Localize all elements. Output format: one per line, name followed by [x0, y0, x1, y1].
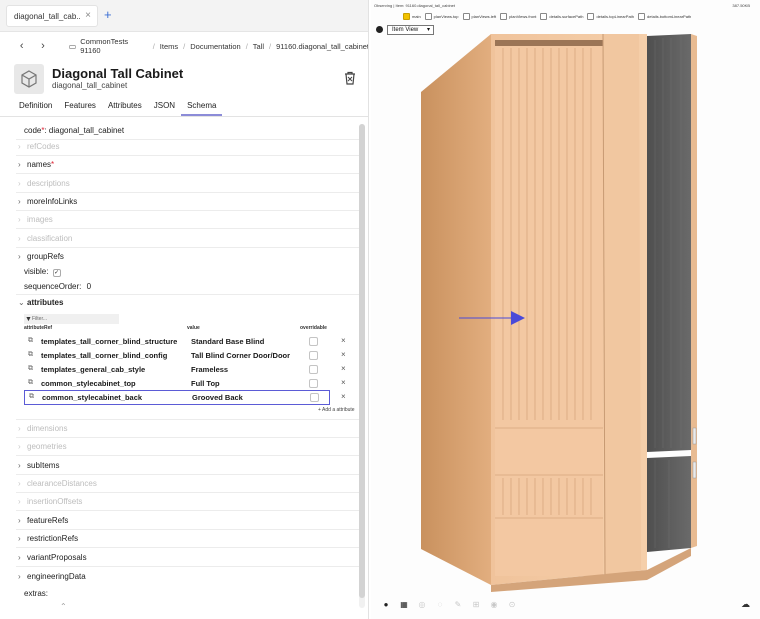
cabinet-stile	[603, 34, 641, 576]
grid-icon[interactable]: ▦	[395, 600, 413, 609]
trash-icon[interactable]	[343, 71, 357, 85]
sequence-order-field: sequenceOrder: 0	[24, 282, 92, 291]
tab-schema[interactable]: Schema	[181, 98, 223, 116]
section-variantproposals[interactable]: › variantProposals	[18, 553, 87, 562]
page-title: Diagonal Tall Cabinet	[52, 66, 184, 81]
breadcrumb-library[interactable]: CommonTests 91160	[80, 37, 147, 55]
extras-toggle[interactable]: ⌃	[60, 602, 67, 611]
section-attributes[interactable]: ⌄ attributes	[18, 298, 63, 307]
attribute-row-selected[interactable]: ⧉ common_stylecabinet_back Grooved Back	[24, 390, 330, 405]
section-classification[interactable]: › classification	[18, 234, 72, 243]
external-link-icon[interactable]: ⧉	[29, 393, 34, 401]
attribute-row[interactable]: ⧉ templates_tall_corner_blind_config Tal…	[24, 349, 359, 363]
col-overridable: overridable	[300, 325, 327, 331]
visible-field: visible: ✓	[24, 267, 61, 277]
close-tab-icon[interactable]: ×	[85, 10, 91, 21]
extras-field: extras:	[24, 589, 49, 598]
visible-checkbox[interactable]: ✓	[52, 269, 61, 277]
attributes-filter-input[interactable]: ▼ Filter...	[24, 314, 119, 324]
tab-definition[interactable]: Definition	[0, 98, 58, 116]
scrollbar-thumb[interactable]	[359, 124, 365, 598]
cloud-icon[interactable]: ☁	[741, 599, 750, 610]
cabinet-left-side	[421, 34, 491, 585]
section-names[interactable]: › names*	[18, 160, 54, 169]
viewer-toolbar: ● ▦ ◎ ◌ ✎ ⊞ ◉ ⊙	[377, 598, 521, 610]
col-attribute-ref: attributeRef	[24, 325, 53, 331]
tab-bar: diagonal_tall_cab.. × +	[0, 0, 368, 32]
col-value: value	[187, 325, 200, 331]
breadcrumb: ‹ › ▭ CommonTests 91160 / Items / Docume…	[0, 34, 368, 58]
viewer-panel: Observing | Item: 91160.diagonal_tall_ca…	[371, 0, 760, 619]
item-header: Diagonal Tall Cabinet diagonal_tall_cabi…	[14, 64, 359, 94]
section-descriptions[interactable]: › descriptions	[18, 179, 70, 188]
attribute-row[interactable]: ⧉ templates_general_cab_style Frameless …	[24, 363, 359, 377]
external-link-icon[interactable]: ⧉	[28, 337, 33, 345]
section-engineeringdata[interactable]: › engineeringData	[18, 572, 86, 581]
section-featurerefs[interactable]: › featureRefs	[18, 516, 68, 525]
delete-icon[interactable]: ×	[341, 350, 346, 359]
measure-icon[interactable]: ◌	[431, 600, 449, 609]
item-code: diagonal_tall_cabinet	[52, 81, 128, 90]
breadcrumb-tall[interactable]: Tall	[253, 42, 264, 51]
attribute-row[interactable]: ⧉ common_stylecabinet_top Full Top ×	[24, 377, 359, 391]
delete-icon[interactable]: ×	[341, 378, 346, 387]
section-refcodes[interactable]: › refCodes	[18, 142, 59, 151]
attribute-row-delete[interactable]: ×	[341, 391, 356, 405]
palette-icon[interactable]: ●	[377, 600, 395, 609]
section-grouprefs[interactable]: › groupRefs	[18, 252, 64, 261]
overridable-checkbox[interactable]	[310, 393, 319, 402]
section-subitems[interactable]: › subItems	[18, 461, 59, 470]
sub-tabs: Definition Features Attributes JSON Sche…	[0, 98, 368, 116]
library-icon: ▭	[68, 41, 77, 51]
section-dimensions[interactable]: › dimensions	[18, 424, 67, 433]
forward-arrow-icon[interactable]: ›	[35, 40, 50, 52]
tab-title: diagonal_tall_cab..	[14, 11, 81, 21]
delete-icon[interactable]: ×	[341, 392, 346, 401]
door-upper	[647, 34, 691, 452]
external-link-icon[interactable]: ⧉	[28, 351, 33, 359]
section-geometries[interactable]: › geometries	[18, 442, 67, 451]
delete-icon[interactable]: ×	[341, 336, 346, 345]
section-clearancedistances[interactable]: › clearanceDistances	[18, 479, 97, 488]
cabinet-3d-view[interactable]	[371, 0, 760, 619]
camera-icon[interactable]: ◉	[485, 600, 503, 609]
external-link-icon[interactable]: ⧉	[28, 379, 33, 387]
add-tab-icon[interactable]: +	[104, 7, 112, 22]
breadcrumb-documentation[interactable]: Documentation	[190, 42, 240, 51]
layers-icon[interactable]: ⊞	[467, 600, 485, 609]
section-restrictionrefs[interactable]: › restrictionRefs	[18, 534, 78, 543]
settings-icon[interactable]: ⊙	[503, 600, 521, 609]
tab-features[interactable]: Features	[58, 98, 102, 116]
back-arrow-icon[interactable]: ‹	[14, 40, 29, 52]
filter-icon: ▼	[25, 316, 32, 323]
top-shelf	[495, 40, 603, 46]
section-moreinfolinks[interactable]: › moreInfoLinks	[18, 197, 77, 206]
delete-icon[interactable]: ×	[341, 364, 346, 373]
cube-icon	[14, 64, 44, 94]
door-handle-lower	[692, 461, 697, 479]
code-field: code*: diagonal_tall_cabinet	[24, 126, 125, 135]
overridable-checkbox[interactable]	[309, 337, 318, 346]
pencil-icon[interactable]: ✎	[449, 600, 467, 609]
sphere-icon[interactable]: ◎	[413, 600, 431, 609]
section-images[interactable]: › images	[18, 215, 53, 224]
overridable-checkbox[interactable]	[309, 365, 318, 374]
tab-attributes[interactable]: Attributes	[102, 98, 148, 116]
section-insertionoffsets[interactable]: › insertionOffsets	[18, 497, 82, 506]
external-link-icon[interactable]: ⧉	[28, 365, 33, 373]
attribute-row[interactable]: ⧉ templates_tall_corner_blind_structure …	[24, 335, 359, 349]
left-panel: diagonal_tall_cab.. × + ‹ › ▭ CommonTest…	[0, 0, 369, 619]
door-handle-upper	[692, 427, 697, 445]
breadcrumb-items[interactable]: Items	[160, 42, 178, 51]
overridable-checkbox[interactable]	[309, 379, 318, 388]
tab-json[interactable]: JSON	[148, 98, 181, 116]
add-attribute-button[interactable]: + Add a attribute	[318, 407, 355, 413]
overridable-checkbox[interactable]	[309, 351, 318, 360]
tab-diagonal-tall-cabinet[interactable]: diagonal_tall_cab.. ×	[6, 5, 98, 27]
breadcrumb-item[interactable]: 91160.diagonal_tall_cabinet	[276, 42, 368, 51]
